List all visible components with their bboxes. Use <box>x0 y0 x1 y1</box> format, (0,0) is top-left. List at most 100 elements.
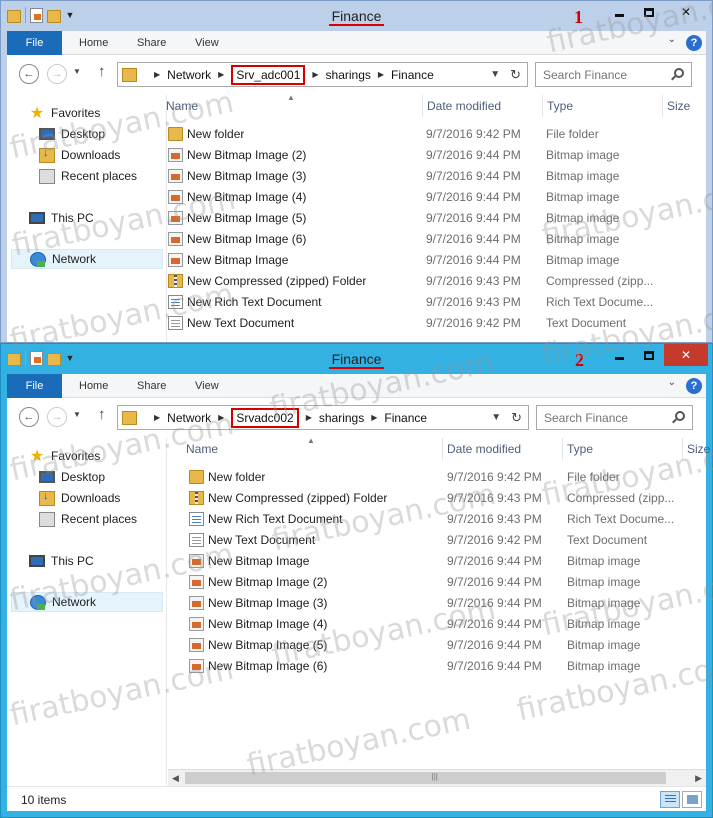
nav-this-pc[interactable]: This PC <box>29 551 94 571</box>
title-bar[interactable]: ▼ Finance 2 ✕ <box>1 344 712 374</box>
breadcrumb-finance[interactable]: Finance <box>391 68 434 82</box>
search-input[interactable] <box>544 410 684 425</box>
search-box[interactable] <box>535 62 692 87</box>
close-button[interactable]: ✕ <box>664 1 708 23</box>
table-row[interactable]: New Bitmap Image (5) 9/7/2016 9:44 PM Bitm… <box>168 208 706 229</box>
chevron-down-icon[interactable]: ⌄ <box>668 377 676 388</box>
nav-desktop[interactable]: Desktop <box>39 124 105 144</box>
help-icon[interactable]: ? <box>686 378 702 394</box>
scroll-right-icon[interactable]: ▶ <box>695 773 702 784</box>
maximize-icon <box>644 7 654 17</box>
tab-share[interactable]: Share <box>137 374 166 398</box>
scroll-left-icon[interactable]: ◀ <box>172 773 179 784</box>
chevron-down-icon[interactable]: ⌄ <box>668 34 676 45</box>
table-row[interactable]: New folder 9/7/2016 9:42 PM File folder <box>168 467 706 488</box>
search-box[interactable] <box>536 405 693 430</box>
table-row[interactable]: New Text Document 9/7/2016 9:42 PM Text Do… <box>168 313 706 334</box>
forward-button[interactable]: → <box>47 407 67 427</box>
address-dropdown-icon[interactable]: ▼ <box>490 69 500 80</box>
sort-arrow-icon: ▲ <box>287 93 295 102</box>
table-row[interactable]: New Bitmap Image (3) 9/7/2016 9:44 PM Bitm… <box>168 593 706 614</box>
recent-locations-chevron-icon[interactable]: ▼ <box>73 67 81 76</box>
breadcrumb-network[interactable]: Network <box>167 411 211 425</box>
column-header-size[interactable]: Size <box>663 95 712 117</box>
tab-home[interactable]: Home <box>79 374 108 398</box>
details-view-button[interactable] <box>660 791 680 808</box>
minimize-button[interactable] <box>604 344 634 366</box>
nav-network[interactable]: Network <box>11 249 163 269</box>
table-row[interactable]: New Rich Text Document 9/7/2016 9:43 PM Ri… <box>168 509 706 530</box>
folder-icon <box>189 470 204 484</box>
column-header-type[interactable]: Type <box>543 95 663 117</box>
tab-view[interactable]: View <box>195 374 219 398</box>
horizontal-scrollbar[interactable]: ◀ ||| ▶ <box>168 769 706 786</box>
forward-button[interactable]: → <box>47 64 67 84</box>
refresh-icon[interactable]: ↻ <box>510 67 521 83</box>
minimize-button[interactable] <box>604 1 634 23</box>
column-header-date[interactable]: Date modified <box>443 438 563 460</box>
tab-file[interactable]: File <box>7 374 62 398</box>
back-button[interactable]: ← <box>19 64 39 84</box>
nav-recent-places[interactable]: Recent places <box>39 166 137 186</box>
table-row[interactable]: New Text Document 9/7/2016 9:42 PM Text Do… <box>168 530 706 551</box>
address-bar[interactable]: ▶ Network ▶ Srv_adc001 ▶ sharings ▶ Fina… <box>117 62 528 87</box>
table-row[interactable]: New Bitmap Image 9/7/2016 9:44 PM Bitmap i… <box>168 551 706 572</box>
tab-file[interactable]: File <box>7 31 62 55</box>
search-input[interactable] <box>543 67 683 82</box>
search-icon[interactable] <box>675 411 685 421</box>
file-date: 9/7/2016 9:44 PM <box>447 575 542 589</box>
table-row[interactable]: New Compressed (zipped) Folder 9/7/2016 9… <box>168 271 706 292</box>
tab-view[interactable]: View <box>195 31 219 55</box>
breadcrumb-network[interactable]: Network <box>167 68 211 82</box>
breadcrumb-separator-icon: ▶ <box>371 413 378 422</box>
maximize-button[interactable] <box>634 1 664 23</box>
back-button[interactable]: ← <box>19 407 39 427</box>
breadcrumb-server[interactable]: Srv_adc001 <box>231 64 306 85</box>
maximize-button[interactable] <box>634 344 664 366</box>
table-row[interactable]: New Bitmap Image (6) 9/7/2016 9:44 PM Bitm… <box>168 656 706 677</box>
breadcrumb-sharings[interactable]: sharings <box>326 68 371 82</box>
scrollbar-thumb[interactable] <box>185 772 666 784</box>
address-bar[interactable]: ▶ Network ▶ Srvadc002 ▶ sharings ▶ Finan… <box>117 405 529 430</box>
table-row[interactable]: New Bitmap Image (4) 9/7/2016 9:44 PM Bitm… <box>168 187 706 208</box>
table-row[interactable]: New Compressed (zipped) Folder 9/7/2016 9… <box>168 488 706 509</box>
breadcrumb-finance[interactable]: Finance <box>384 411 427 425</box>
nav-desktop[interactable]: Desktop <box>39 467 105 487</box>
recent-locations-chevron-icon[interactable]: ▼ <box>73 410 81 419</box>
nav-favorites[interactable]: ★ Favorites <box>29 103 101 123</box>
close-button[interactable]: ✕ <box>664 344 708 366</box>
table-row[interactable]: New Bitmap Image (2) 9/7/2016 9:44 PM Bitm… <box>168 572 706 593</box>
table-row[interactable]: New Bitmap Image (5) 9/7/2016 9:44 PM Bitm… <box>168 635 706 656</box>
tab-home[interactable]: Home <box>79 31 108 55</box>
table-row[interactable]: New Bitmap Image (6) 9/7/2016 9:44 PM Bitm… <box>168 229 706 250</box>
nav-network[interactable]: Network <box>11 592 163 612</box>
title-bar[interactable]: ▼ Finance 1 ✕ <box>1 1 712 31</box>
nav-downloads[interactable]: Downloads <box>39 145 120 165</box>
nav-this-pc[interactable]: This PC <box>29 208 94 228</box>
file-type: Compressed (zipp... <box>567 491 675 505</box>
breadcrumb-server[interactable]: Srvadc002 <box>231 407 299 428</box>
column-header-size[interactable]: Size <box>683 438 712 460</box>
table-row[interactable]: New Bitmap Image (2) 9/7/2016 9:44 PM Bitm… <box>168 145 706 166</box>
table-row[interactable]: New Bitmap Image (4) 9/7/2016 9:44 PM Bitm… <box>168 614 706 635</box>
address-dropdown-icon[interactable]: ▼ <box>491 412 501 423</box>
up-arrow-icon[interactable]: ↑ <box>98 406 106 423</box>
table-row[interactable]: New Bitmap Image (3) 9/7/2016 9:44 PM Bitm… <box>168 166 706 187</box>
table-row[interactable]: New Rich Text Document 9/7/2016 9:43 PM Ri… <box>168 292 706 313</box>
table-row[interactable]: New Bitmap Image 9/7/2016 9:44 PM Bitmap i… <box>168 250 706 271</box>
column-header-date[interactable]: Date modified <box>423 95 543 117</box>
column-header-type[interactable]: Type <box>563 438 683 460</box>
breadcrumb-sharings[interactable]: sharings <box>319 411 364 425</box>
search-icon[interactable] <box>674 68 684 78</box>
table-row[interactable]: New folder 9/7/2016 9:42 PM File folder <box>168 124 706 145</box>
large-icons-view-button[interactable] <box>682 791 702 808</box>
nav-downloads[interactable]: Downloads <box>39 488 120 508</box>
nav-favorites[interactable]: ★ Favorites <box>29 446 101 466</box>
help-icon[interactable]: ? <box>686 35 702 51</box>
nav-recent-places[interactable]: Recent places <box>39 509 137 529</box>
folder-icon <box>168 127 183 141</box>
refresh-icon[interactable]: ↻ <box>511 410 522 426</box>
tab-share[interactable]: Share <box>137 31 166 55</box>
up-arrow-icon[interactable]: ↑ <box>98 63 106 80</box>
file-date: 9/7/2016 9:43 PM <box>426 295 521 309</box>
